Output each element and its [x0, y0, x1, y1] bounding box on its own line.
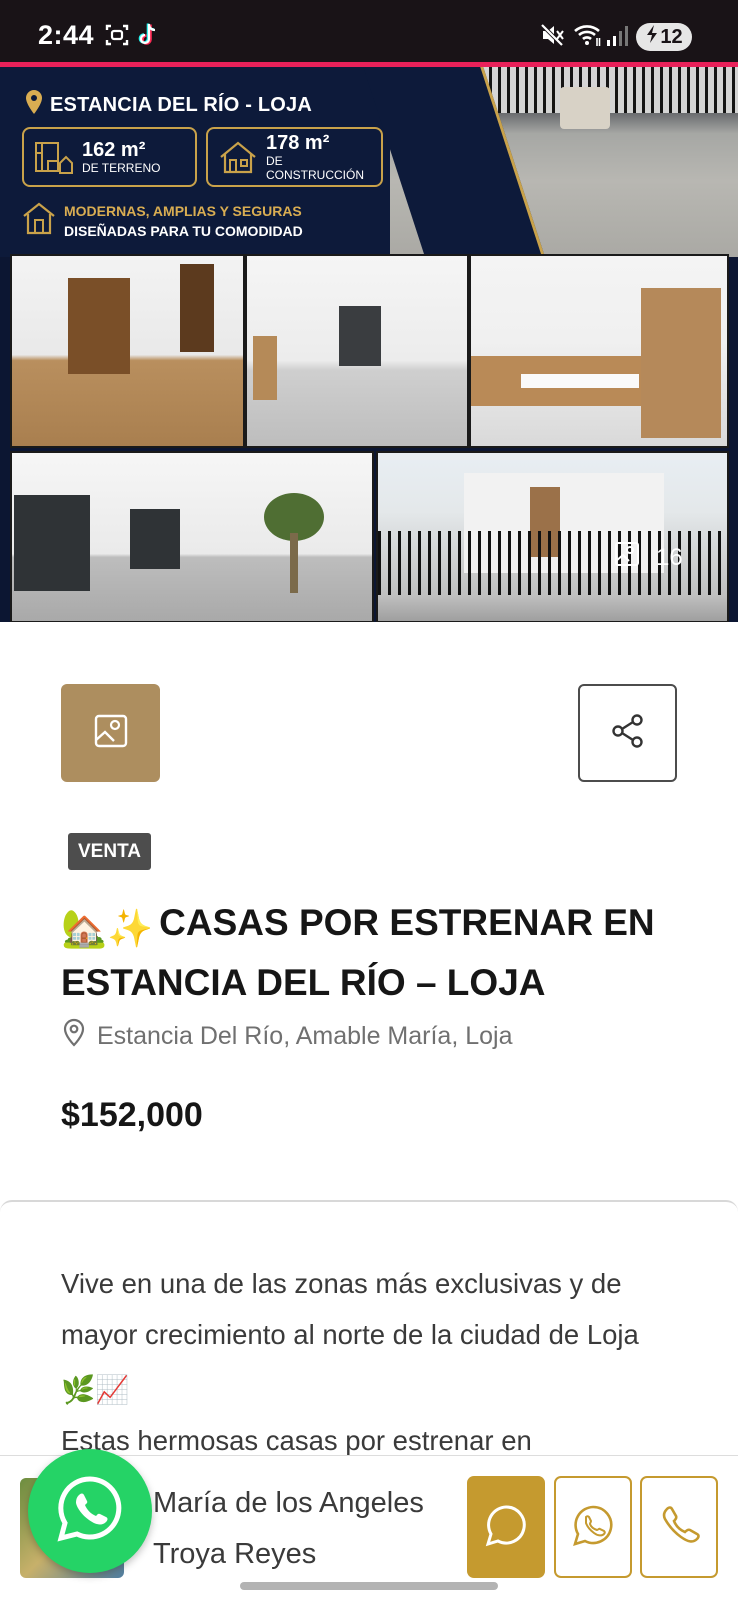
banner-feature-line1: MODERNAS, AMPLIAS Y SEGURAS	[64, 202, 302, 219]
image-icon	[614, 541, 640, 574]
photo-count: 16	[656, 543, 683, 571]
photo-count-badge[interactable]: 16	[614, 541, 683, 574]
tiktok-icon	[136, 22, 160, 53]
location-pin-icon	[61, 1018, 87, 1055]
house-outline-icon	[22, 200, 56, 241]
screen: 2:44 12 ESTANCIA DEL RÍO - LOJA 162 m² D…	[0, 0, 738, 1600]
hero-gallery[interactable]: ESTANCIA DEL RÍO - LOJA 162 m² DE TERREN…	[0, 67, 738, 622]
whatsapp-floating-button[interactable]	[28, 1449, 152, 1573]
phone-icon	[657, 1503, 701, 1552]
promo-banner: ESTANCIA DEL RÍO - LOJA 162 m² DE TERREN…	[0, 67, 738, 287]
status-time: 2:44	[38, 20, 95, 50]
photo-patio[interactable]	[10, 451, 374, 622]
signal-icon	[606, 22, 630, 53]
battery-level: 12	[660, 25, 683, 48]
photo-patio-window	[130, 509, 180, 569]
description-text-1: Vive en una de las zonas más exclusivas …	[61, 1268, 639, 1350]
land-area-value: 162 m²	[82, 139, 146, 161]
battery-indicator: 12	[636, 23, 692, 51]
photo-closet	[180, 264, 214, 352]
whatsapp-button[interactable]	[554, 1476, 632, 1578]
banner-features: MODERNAS, AMPLIAS Y SEGURAS DISEÑADAS PA…	[22, 200, 303, 241]
call-button[interactable]	[640, 1476, 718, 1578]
land-area-label: DE TERRENO	[82, 161, 161, 175]
photo-door	[68, 278, 130, 374]
land-area-box: 162 m² DE TERRENO	[22, 127, 197, 187]
photo-cabinet	[253, 336, 277, 400]
whatsapp-icon	[571, 1503, 615, 1552]
status-bar: 2:44 12	[0, 0, 738, 62]
chat-button[interactable]	[467, 1476, 545, 1578]
listing-address-text: Estancia Del Río, Amable María, Loja	[97, 1022, 513, 1050]
share-button[interactable]	[578, 684, 677, 782]
listing-title: 🏡✨ CASAS POR ESTRENAR EN ESTANCIA DEL RÍO…	[61, 896, 701, 1010]
title-emojis: 🏡✨	[61, 908, 154, 949]
photo-island-top	[521, 374, 639, 388]
listing-type-badge: VENTA	[68, 833, 151, 870]
listing-description: Vive en una de las zonas más exclusivas …	[61, 1258, 701, 1466]
photo-kitchen[interactable]	[469, 254, 729, 448]
description-text-2: Estas hermosas casas por estrenar en	[61, 1425, 532, 1456]
share-icon	[610, 713, 646, 754]
banner-location: ESTANCIA DEL RÍO - LOJA	[24, 89, 312, 121]
wifi-icon	[573, 22, 603, 53]
build-area-value: 178 m²	[266, 132, 330, 154]
house-icon	[218, 139, 258, 175]
home-indicator[interactable]	[240, 1582, 498, 1590]
photo-tall-cabinet	[641, 288, 721, 438]
battery-charging-icon	[645, 24, 659, 50]
photo-bedroom[interactable]	[10, 254, 245, 448]
build-area-label: DE CONSTRUCCIÓN	[266, 154, 364, 182]
photo-facade[interactable]	[376, 451, 729, 622]
description-emojis: 🌿📈	[61, 1374, 130, 1405]
listing-price: $152,000	[61, 1096, 203, 1134]
image-icon	[93, 713, 129, 754]
chat-bubble-icon	[484, 1503, 528, 1552]
listing-address[interactable]: Estancia Del Río, Amable María, Loja	[61, 1018, 512, 1055]
location-pin-icon	[24, 89, 44, 121]
agent-name[interactable]: María de los Angeles Troya Reyes	[153, 1478, 453, 1580]
photo-palm-trunk	[290, 533, 298, 593]
mute-icon	[540, 22, 566, 53]
banner-feature-line2: DISEÑADAS PARA TU COMODIDAD	[64, 222, 303, 239]
screenshot-icon	[104, 22, 130, 53]
whatsapp-icon	[52, 1471, 128, 1552]
banner-location-text: ESTANCIA DEL RÍO - LOJA	[50, 93, 313, 116]
land-plan-icon	[34, 139, 74, 175]
banner-paint-buckets	[560, 87, 610, 129]
photo-window	[339, 306, 381, 366]
build-area-box: 178 m² DE CONSTRUCCIÓN	[206, 127, 383, 187]
photo-sliding-door	[14, 495, 90, 591]
photo-living-room[interactable]	[245, 254, 469, 448]
gallery-button[interactable]	[61, 684, 160, 782]
